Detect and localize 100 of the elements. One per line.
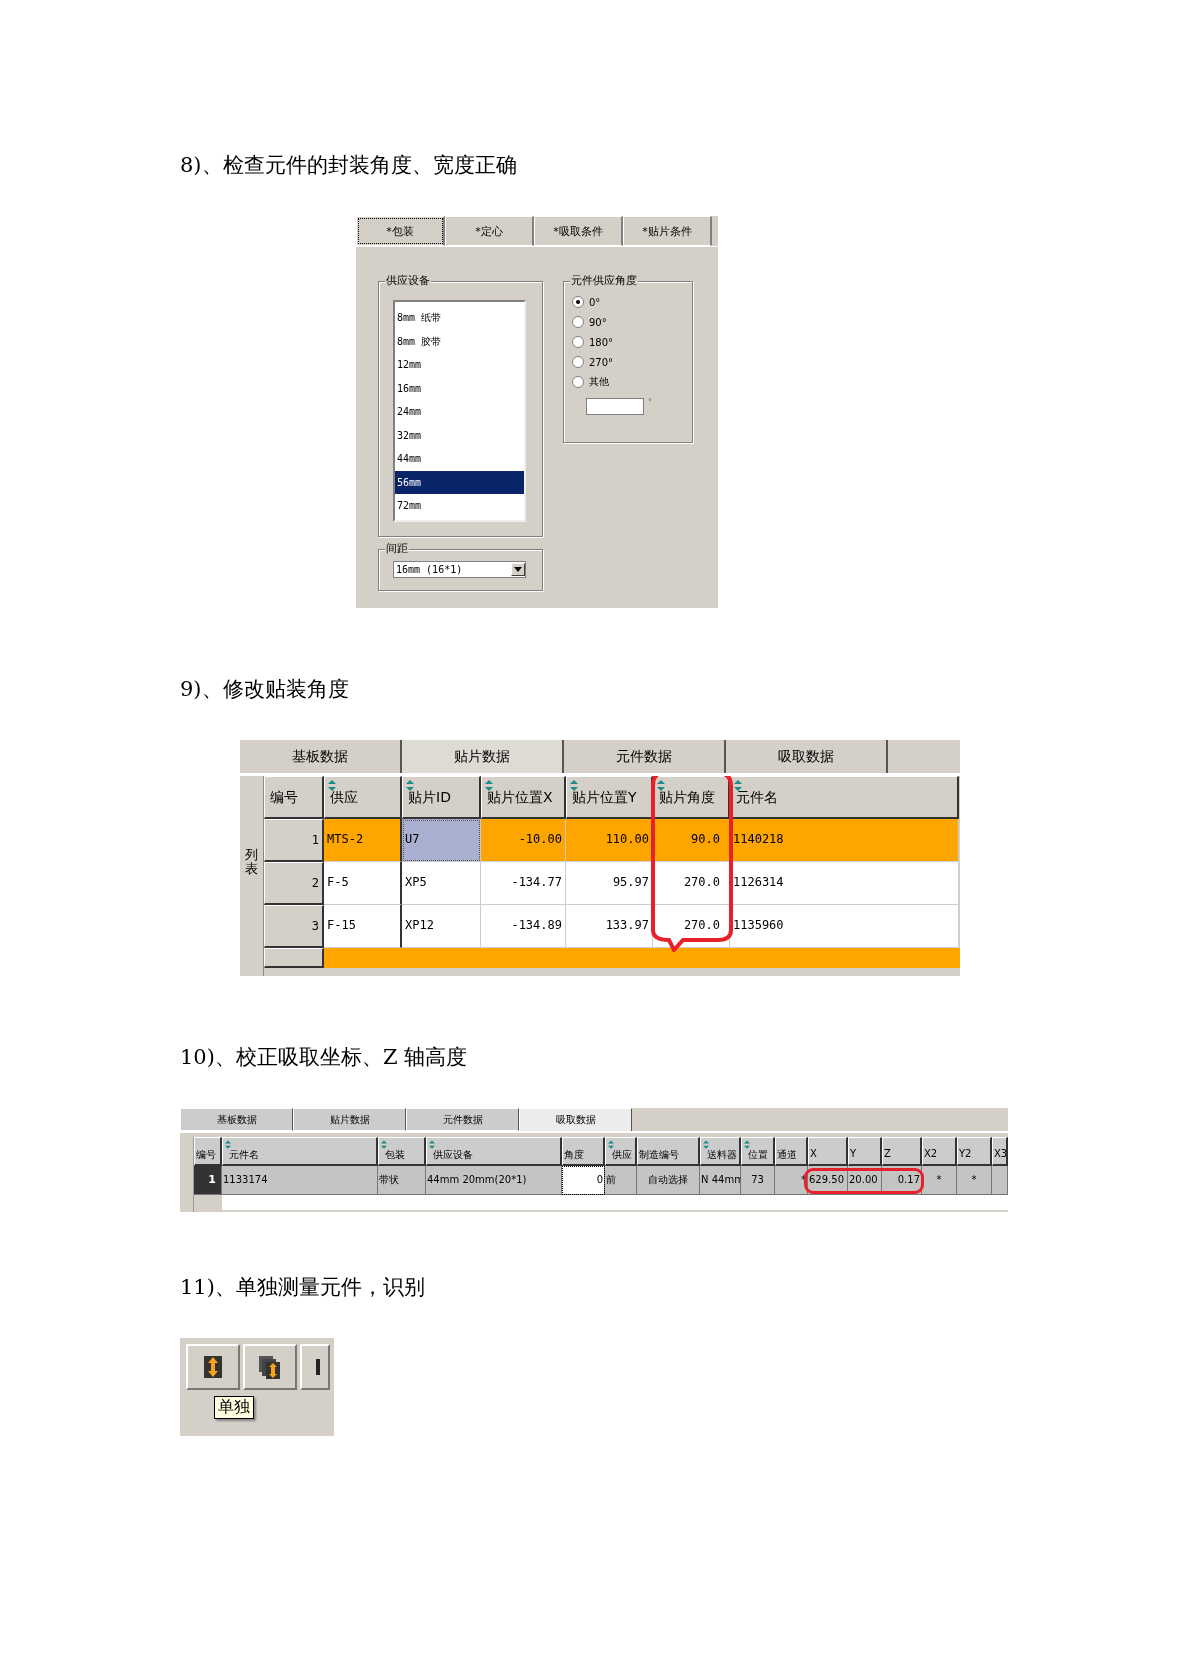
row-number: 2 (264, 862, 324, 905)
sort-icon (570, 780, 578, 791)
list-item[interactable]: 12mm (395, 353, 524, 377)
table-cell: 1133174 (222, 1166, 378, 1195)
sort-icon (744, 1140, 750, 1149)
radio-option[interactable]: 90° (572, 312, 692, 332)
tab[interactable]: *定心 (445, 216, 534, 246)
column-header[interactable]: 贴片角度 (653, 776, 730, 819)
sort-icon (703, 1140, 709, 1149)
column-header[interactable]: X2 (922, 1137, 957, 1166)
table-cell: * (957, 1166, 992, 1195)
tab[interactable]: 元件数据 (406, 1108, 519, 1131)
table-cell: * (922, 1166, 957, 1195)
column-header[interactable]: 贴片位置X (481, 776, 566, 819)
column-header[interactable]: 送料器 (700, 1137, 741, 1166)
caret-icon (514, 567, 522, 572)
column-header[interactable]: Y2 (957, 1137, 992, 1166)
table-cell: -10.00 (481, 819, 566, 862)
list-item[interactable]: 8mm 胶带 (395, 329, 524, 353)
toolbar-button[interactable] (186, 1344, 240, 1390)
tab[interactable]: *包装 (356, 216, 445, 246)
table-cell: -134.77 (481, 862, 566, 905)
tab[interactable]: 基板数据 (180, 1108, 293, 1131)
stacked-arrow-icon (258, 1355, 282, 1379)
tooltip: 单独 (214, 1396, 254, 1419)
radio-button[interactable] (572, 376, 584, 388)
table-cell: 1135960 (730, 905, 959, 948)
column-header[interactable]: 贴片ID (402, 776, 481, 819)
toolbar-button[interactable] (243, 1344, 297, 1390)
column-header[interactable]: 位置 (741, 1137, 775, 1166)
table-cell: 带状 (378, 1166, 426, 1195)
column-header[interactable]: 角度 (562, 1137, 605, 1166)
column-header[interactable]: 供应 (605, 1137, 637, 1166)
list-item[interactable]: 16mm (395, 376, 524, 400)
radio-button[interactable] (572, 356, 584, 368)
sort-icon (328, 780, 336, 791)
column-header[interactable]: 通道 (775, 1137, 808, 1166)
sort-icon (406, 780, 414, 791)
table-cell: 44mm 20mm(20*1) (426, 1166, 562, 1195)
section-heading: 10)、校正吸取坐标、Z 轴高度 (180, 1044, 469, 1071)
column-header[interactable]: Y (848, 1137, 882, 1166)
row-number: 1 (264, 819, 324, 862)
column-header[interactable]: 贴片位置Y (566, 776, 653, 819)
list-item[interactable]: 8mm 纸带 (395, 306, 524, 330)
table-cell: F-15 (324, 905, 402, 948)
radio-button[interactable] (572, 296, 584, 308)
radio-button[interactable] (572, 336, 584, 348)
column-header[interactable]: 编号 (194, 1137, 222, 1166)
list-item[interactable]: 56mm (395, 470, 524, 494)
column-header[interactable]: X (808, 1137, 848, 1166)
table-cell: 自动选择 (637, 1166, 700, 1195)
tab[interactable]: *吸取条件 (534, 216, 623, 246)
sort-icon (485, 780, 493, 791)
list-item[interactable]: 32mm (395, 423, 524, 447)
tab[interactable]: 贴片数据 (293, 1108, 406, 1131)
list-item[interactable]: 72mm (395, 494, 524, 518)
radio-option[interactable]: 0° (572, 292, 692, 312)
group-title: 供应设备 (385, 274, 431, 288)
group-title: 间距 (385, 542, 409, 556)
tab[interactable]: 吸取数据 (519, 1108, 632, 1131)
table-cell: 0 (562, 1166, 605, 1195)
sort-icon (225, 1140, 231, 1149)
dropdown[interactable]: 16mm (16*1) (393, 561, 526, 578)
unit-label: ° (648, 398, 652, 407)
sort-icon (608, 1140, 614, 1149)
column-header[interactable]: 供应 (324, 776, 402, 819)
sort-icon (657, 780, 665, 791)
table-cell: -134.89 (481, 905, 566, 948)
column-header[interactable]: X3 (992, 1137, 1008, 1166)
toolbar-button[interactable] (300, 1344, 330, 1390)
column-header[interactable]: 元件名 (222, 1137, 378, 1166)
table-cell: 1140218 (730, 819, 959, 862)
list-item[interactable]: 24mm (395, 400, 524, 424)
tab[interactable]: *贴片条件 (623, 216, 712, 246)
radio-option[interactable]: 270° (572, 352, 692, 372)
table-cell: 1126314 (730, 862, 959, 905)
column-header[interactable]: Z (882, 1137, 922, 1166)
table-cell: 133.97 (566, 905, 653, 948)
angle-input-field[interactable] (586, 398, 644, 415)
list-item[interactable]: 44mm (395, 447, 524, 471)
radio-button[interactable] (572, 316, 584, 328)
column-header[interactable]: 编号 (264, 776, 324, 819)
column-header[interactable]: 制造编号 (637, 1137, 700, 1166)
row-number: 3 (264, 905, 324, 948)
section-heading: 8)、检查元件的封装角度、宽度正确 (180, 152, 518, 179)
section-heading: 9)、修改贴装角度 (180, 676, 350, 703)
table-cell: 90.0 (653, 819, 730, 862)
radio-option[interactable]: 其他 (572, 372, 692, 392)
tab[interactable]: 贴片数据 (402, 740, 564, 773)
table-cell: * (775, 1166, 808, 1195)
radio-option[interactable]: 180° (572, 332, 692, 352)
table-cell: U7 (402, 819, 481, 862)
column-header[interactable]: 包装 (378, 1137, 426, 1166)
side-label: 列表 (245, 848, 258, 879)
table-cell: 95.97 (566, 862, 653, 905)
column-header[interactable]: 供应设备 (426, 1137, 562, 1166)
table-cell: F-5 (324, 862, 402, 905)
table-cell: 110.00 (566, 819, 653, 862)
column-header[interactable]: 元件名 (730, 776, 959, 819)
table-cell (992, 1166, 1008, 1195)
